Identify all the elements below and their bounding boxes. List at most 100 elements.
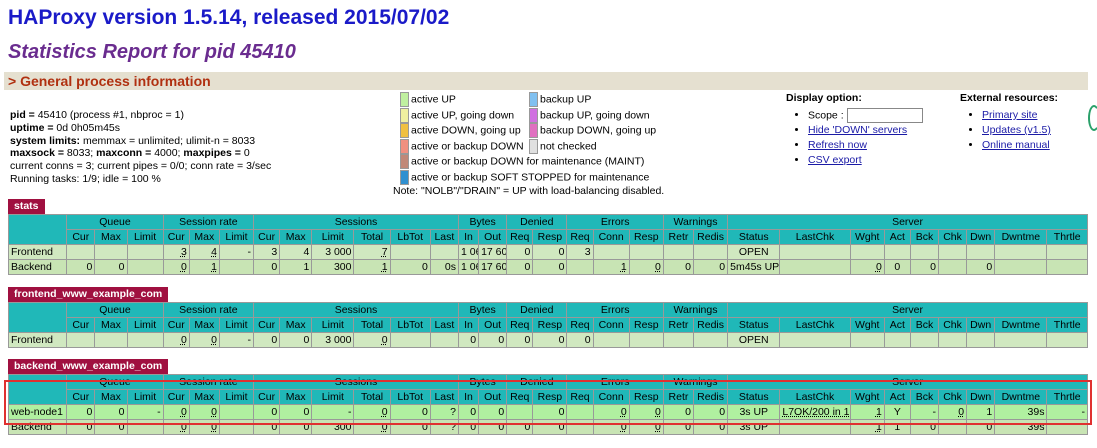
browser-reload-icon[interactable] (1088, 105, 1097, 131)
cell-value: 0 (524, 246, 531, 258)
header-corner (7, 302, 68, 333)
table-cell (779, 259, 851, 275)
page-subtitle: Statistics Report for pid 45410 (8, 41, 296, 63)
updates-link[interactable]: Updates (v1.5) (982, 124, 1051, 136)
table-cell: 0 (662, 259, 695, 275)
table-cell: 1 063 (457, 244, 480, 260)
table-cell: 0 (66, 259, 96, 275)
refresh-now-link[interactable]: Refresh now (808, 139, 867, 151)
scope-input[interactable] (846, 108, 923, 123)
table-cell: 300 (311, 259, 355, 275)
table-cell (909, 332, 940, 348)
header-group-row: Queue Session rate Sessions Bytes Denied Erro… (7, 302, 1088, 333)
column-header: Max (279, 229, 313, 245)
column-header: Wght (849, 229, 885, 245)
table-cell: 0 (566, 332, 594, 348)
table-cell (662, 332, 695, 348)
process-info: pid = 45410 (process #1, nbproc = 1) upt… (10, 109, 271, 186)
table-cell (994, 259, 1048, 275)
cell-value: 1 (620, 261, 627, 273)
highlight-box (4, 380, 1092, 425)
column-header: Max (188, 317, 220, 333)
legend-label: active DOWN, going up (411, 124, 521, 137)
column-header: Act (883, 229, 911, 245)
table-cell: 0 (883, 259, 911, 275)
table-row: Frontend 3 4 - 3 4 3 000 7 1 06317 605 0 0 3 OPEN (7, 244, 1088, 260)
table-cell: 0 (506, 244, 534, 260)
cell-value: 3 000 (325, 246, 352, 258)
header-col-row: Cur Max Limit Cur Max Limit Cur Max Limit Total Lb… (9, 229, 1088, 245)
legend-label: backup UP (540, 93, 592, 106)
column-header: Status (727, 229, 781, 245)
column-header: Chk (938, 229, 968, 245)
header-col-row: Cur Max Limit Cur Max Limit Cur Max Limit Total Lb… (9, 317, 1088, 333)
online-manual-link[interactable]: Online manual (982, 139, 1050, 151)
column-header: Req (566, 317, 594, 333)
table-cell: 0 (188, 332, 220, 348)
cell-value: 0 (524, 261, 531, 273)
header-group-queue: Queue (66, 302, 164, 318)
display-options-title: Display option: (786, 92, 862, 104)
hide-down-item: Hide 'DOWN' servers (808, 123, 923, 138)
table-cell (126, 259, 164, 275)
proxy-name[interactable]: frontend_www_example_com (8, 287, 169, 302)
table-cell: 1 (188, 259, 220, 275)
table-cell (389, 244, 431, 260)
cell-value: 17 605 (481, 261, 506, 273)
csv-export-link[interactable]: CSV export (808, 154, 862, 166)
primary-site-link[interactable]: Primary site (982, 109, 1037, 121)
table-row: Frontend 0 0 - 0 0 3 000 0 0 0 0 0 0 OPEN (7, 332, 1088, 348)
column-header: Conn (592, 229, 630, 245)
table-cell (1046, 332, 1088, 348)
table-cell: 3 000 (311, 332, 355, 348)
legend-swatch (400, 169, 409, 185)
table-cell (849, 244, 885, 260)
cell-value: 0 (685, 261, 691, 273)
cell-value: 0 (524, 334, 531, 346)
cell-value: OPEN (738, 246, 769, 258)
legend-item: backup UP (529, 92, 592, 107)
table-cell: 0 (506, 259, 534, 275)
column-header: Cur (162, 317, 190, 333)
maxsock-line: maxsock = 8033; maxconn = 4000; maxpipes… (10, 147, 250, 160)
table-cell: 0 (692, 259, 729, 275)
cell-value: 7 (381, 246, 388, 258)
proxy-name[interactable]: backend_www_example_com (8, 359, 169, 374)
row-name[interactable]: Backend (11, 261, 52, 273)
row-name[interactable]: Frontend (11, 334, 53, 346)
header-group-row: Queue Session rate Sessions Bytes Denied Erro… (7, 214, 1088, 245)
table-cell (126, 244, 164, 260)
cell-value: 0s (444, 261, 456, 273)
cell-value: 0 (558, 334, 565, 346)
table-cell: 3 (253, 244, 281, 260)
legend-item: active or backup DOWN (400, 138, 524, 154)
display-options: Display option: Scope : Hide 'DOWN' serv… (786, 92, 923, 168)
table-cell: 4 (188, 244, 220, 260)
cell-value: 0 (584, 334, 591, 346)
column-header: Req (506, 317, 534, 333)
cell-value: 0 (875, 261, 882, 273)
tasks-line: Running tasks: 1/9; idle = 100 % (10, 172, 161, 185)
column-header: Max (279, 317, 313, 333)
cell-value: 1 063 (460, 246, 478, 258)
column-header: Act (883, 317, 911, 333)
scope-item: Scope : (808, 108, 923, 123)
row-name[interactable]: Frontend (11, 246, 53, 258)
cell-value: 0 (381, 334, 388, 346)
column-header: Cur (66, 229, 96, 245)
uptime-line: uptime = 0d 0h05m45s (10, 121, 121, 134)
table-cell (66, 244, 96, 260)
header-group-warnings: Warnings (662, 302, 729, 318)
hide-down-link[interactable]: Hide 'DOWN' servers (808, 124, 907, 136)
cell-value: 3 (180, 246, 187, 258)
column-header: Cur (66, 317, 96, 333)
legend-item: not checked (529, 138, 597, 154)
table-cell (566, 259, 594, 275)
column-header: Limit (218, 317, 255, 333)
cell-value: 0 (180, 334, 187, 346)
proxy-name[interactable]: stats (8, 199, 45, 214)
legend-swatch (400, 107, 409, 123)
legend-swatch (400, 123, 409, 138)
table-cell (938, 259, 968, 275)
column-header: Limit (218, 229, 255, 245)
